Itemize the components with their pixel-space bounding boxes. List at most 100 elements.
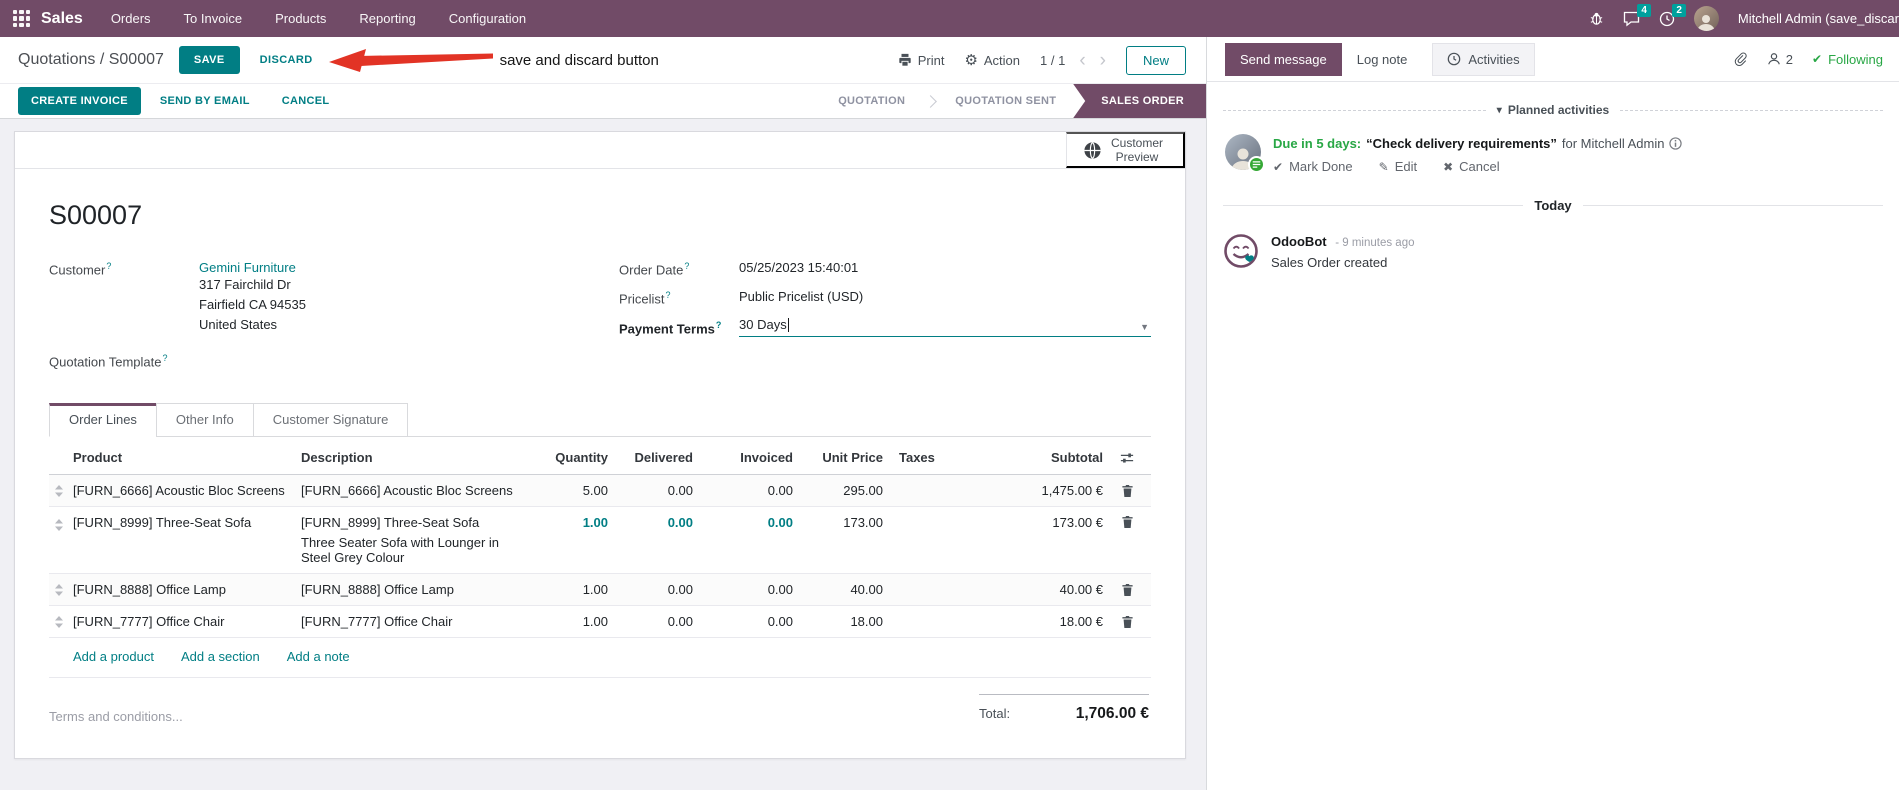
new-button[interactable]: New: [1125, 45, 1186, 75]
tab-other-info[interactable]: Other Info: [155, 403, 254, 438]
pricelist-field[interactable]: Public Pricelist (USD): [739, 289, 863, 306]
table-row[interactable]: [FURN_7777] Office Chair [FURN_7777] Off…: [49, 606, 1151, 639]
cell-quantity[interactable]: 1.00: [532, 515, 612, 530]
user-avatar[interactable]: [1693, 6, 1719, 31]
cell-quantity[interactable]: 1.00: [532, 582, 612, 597]
col-delivered[interactable]: Delivered: [612, 450, 697, 465]
cancel-activity-button[interactable]: ✖ Cancel: [1443, 159, 1500, 174]
add-a-section-link[interactable]: Add a section: [181, 649, 260, 664]
pager-next-icon[interactable]: ›: [1100, 51, 1106, 70]
tab-customer-signature[interactable]: Customer Signature: [252, 403, 409, 438]
cell-description[interactable]: [FURN_6666] Acoustic Bloc Screens: [301, 483, 532, 498]
followers-button[interactable]: 2: [1767, 52, 1793, 67]
delete-row-button[interactable]: [1107, 615, 1151, 629]
nav-menu-orders[interactable]: Orders: [111, 11, 151, 26]
drag-handle-icon[interactable]: [49, 515, 73, 532]
cell-product[interactable]: [FURN_6666] Acoustic Bloc Screens: [73, 483, 301, 498]
optional-columns-button[interactable]: [1107, 451, 1151, 465]
action-menu-button[interactable]: ⚙ Action: [964, 53, 1020, 68]
dropdown-caret-icon[interactable]: ▼: [1140, 322, 1151, 332]
nav-menu-products[interactable]: Products: [275, 11, 326, 26]
cell-description[interactable]: [FURN_8888] Office Lamp: [301, 582, 532, 597]
app-name[interactable]: Sales: [41, 10, 83, 28]
table-row[interactable]: [FURN_6666] Acoustic Bloc Screens [FURN_…: [49, 475, 1151, 508]
col-subtotal[interactable]: Subtotal: [972, 450, 1107, 465]
mark-done-button[interactable]: ✔ Mark Done: [1273, 159, 1353, 174]
table-row[interactable]: [FURN_8888] Office Lamp [FURN_8888] Offi…: [49, 574, 1151, 607]
cell-invoiced[interactable]: 0.00: [697, 515, 797, 530]
send-by-email-button[interactable]: SEND BY EMAIL: [147, 87, 263, 115]
customer-preview-button[interactable]: Customer Preview: [1065, 132, 1185, 168]
pager-previous-icon[interactable]: ‹: [1079, 51, 1085, 70]
order-date-field[interactable]: 05/25/2023 15:40:01: [739, 260, 858, 277]
col-product[interactable]: Product: [73, 450, 301, 465]
attachments-button[interactable]: [1733, 51, 1748, 67]
cell-product[interactable]: [FURN_7777] Office Chair: [73, 614, 301, 629]
edit-activity-button[interactable]: ✎ Edit: [1379, 159, 1417, 174]
cell-delivered[interactable]: 0.00: [612, 582, 697, 597]
messages-icon[interactable]: 4: [1623, 3, 1651, 27]
activities-clock-icon[interactable]: 2: [1659, 3, 1686, 27]
print-button[interactable]: Print: [898, 53, 944, 68]
info-icon[interactable]: [1669, 137, 1683, 150]
nav-menu-to-invoice[interactable]: To Invoice: [184, 11, 243, 26]
terms-and-conditions-placeholder[interactable]: Terms and conditions...: [49, 709, 183, 724]
cell-product[interactable]: [FURN_8888] Office Lamp: [73, 582, 301, 597]
payment-terms-input[interactable]: 30 Days ▼: [739, 317, 1151, 337]
log-note-button[interactable]: Log note: [1342, 43, 1423, 76]
cell-unit-price[interactable]: 40.00: [797, 582, 887, 597]
activity-avatar[interactable]: [1225, 134, 1265, 173]
cell-delivered[interactable]: 0.00: [612, 515, 697, 530]
cell-invoiced[interactable]: 0.00: [697, 483, 797, 498]
cell-invoiced[interactable]: 0.00: [697, 614, 797, 629]
col-invoiced[interactable]: Invoiced: [697, 450, 797, 465]
cell-delivered[interactable]: 0.00: [612, 483, 697, 498]
odoobot-avatar[interactable]: [1223, 233, 1259, 269]
cell-description[interactable]: [FURN_7777] Office Chair: [301, 614, 532, 629]
cell-description[interactable]: [FURN_8999] Three-Seat Sofa Three Seater…: [301, 515, 532, 565]
cell-unit-price[interactable]: 173.00: [797, 515, 887, 530]
add-a-note-link[interactable]: Add a note: [287, 649, 350, 664]
planned-activities-toggle[interactable]: ▾ Planned activities: [1497, 103, 1609, 117]
customer-link[interactable]: Gemini Furniture: [199, 260, 306, 275]
discard-button[interactable]: DISCARD: [260, 54, 313, 66]
drag-handle-icon[interactable]: [49, 484, 73, 498]
cell-quantity[interactable]: 1.00: [532, 614, 612, 629]
col-description[interactable]: Description: [301, 450, 532, 465]
message-author[interactable]: OdooBot: [1271, 234, 1327, 249]
status-sales-order[interactable]: SALES ORDER: [1073, 84, 1206, 118]
save-button[interactable]: SAVE: [178, 46, 240, 74]
following-toggle[interactable]: ✔ Following: [1812, 52, 1883, 67]
table-footer-links: Add a product Add a section Add a note: [49, 638, 1151, 679]
tab-order-lines[interactable]: Order Lines: [49, 403, 157, 438]
nav-menu-configuration[interactable]: Configuration: [449, 11, 526, 26]
breadcrumb-quotations-link[interactable]: Quotations: [18, 51, 95, 68]
delete-row-button[interactable]: [1107, 484, 1151, 498]
status-quotation-sent[interactable]: QUOTATION SENT: [938, 84, 1073, 118]
delete-row-button[interactable]: [1107, 515, 1151, 529]
create-invoice-button[interactable]: CREATE INVOICE: [18, 87, 141, 115]
debug-bug-icon[interactable]: [1589, 11, 1604, 26]
col-unit-price[interactable]: Unit Price: [797, 450, 887, 465]
add-a-product-link[interactable]: Add a product: [73, 649, 154, 664]
cell-delivered[interactable]: 0.00: [612, 614, 697, 629]
cell-invoiced[interactable]: 0.00: [697, 582, 797, 597]
user-menu[interactable]: Mitchell Admin (save_discar: [1738, 11, 1899, 26]
form-view-background: Customer Preview S00007 Customer? Gemini …: [0, 119, 1206, 790]
nav-menu-reporting[interactable]: Reporting: [359, 11, 415, 26]
col-taxes[interactable]: Taxes: [887, 450, 972, 465]
drag-handle-icon[interactable]: [49, 615, 73, 629]
cell-unit-price[interactable]: 295.00: [797, 483, 887, 498]
status-quotation[interactable]: QUOTATION: [821, 84, 922, 118]
cell-unit-price[interactable]: 18.00: [797, 614, 887, 629]
col-quantity[interactable]: Quantity: [532, 450, 612, 465]
apps-grid-icon[interactable]: [13, 10, 30, 27]
send-message-button[interactable]: Send message: [1225, 42, 1342, 76]
delete-row-button[interactable]: [1107, 583, 1151, 597]
drag-handle-icon[interactable]: [49, 583, 73, 597]
cancel-order-button[interactable]: CANCEL: [269, 87, 343, 115]
cell-product[interactable]: [FURN_8999] Three-Seat Sofa: [73, 515, 301, 530]
cell-quantity[interactable]: 5.00: [532, 483, 612, 498]
schedule-activity-button[interactable]: Activities: [1432, 42, 1535, 76]
table-row[interactable]: [FURN_8999] Three-Seat Sofa [FURN_8999] …: [49, 507, 1151, 575]
